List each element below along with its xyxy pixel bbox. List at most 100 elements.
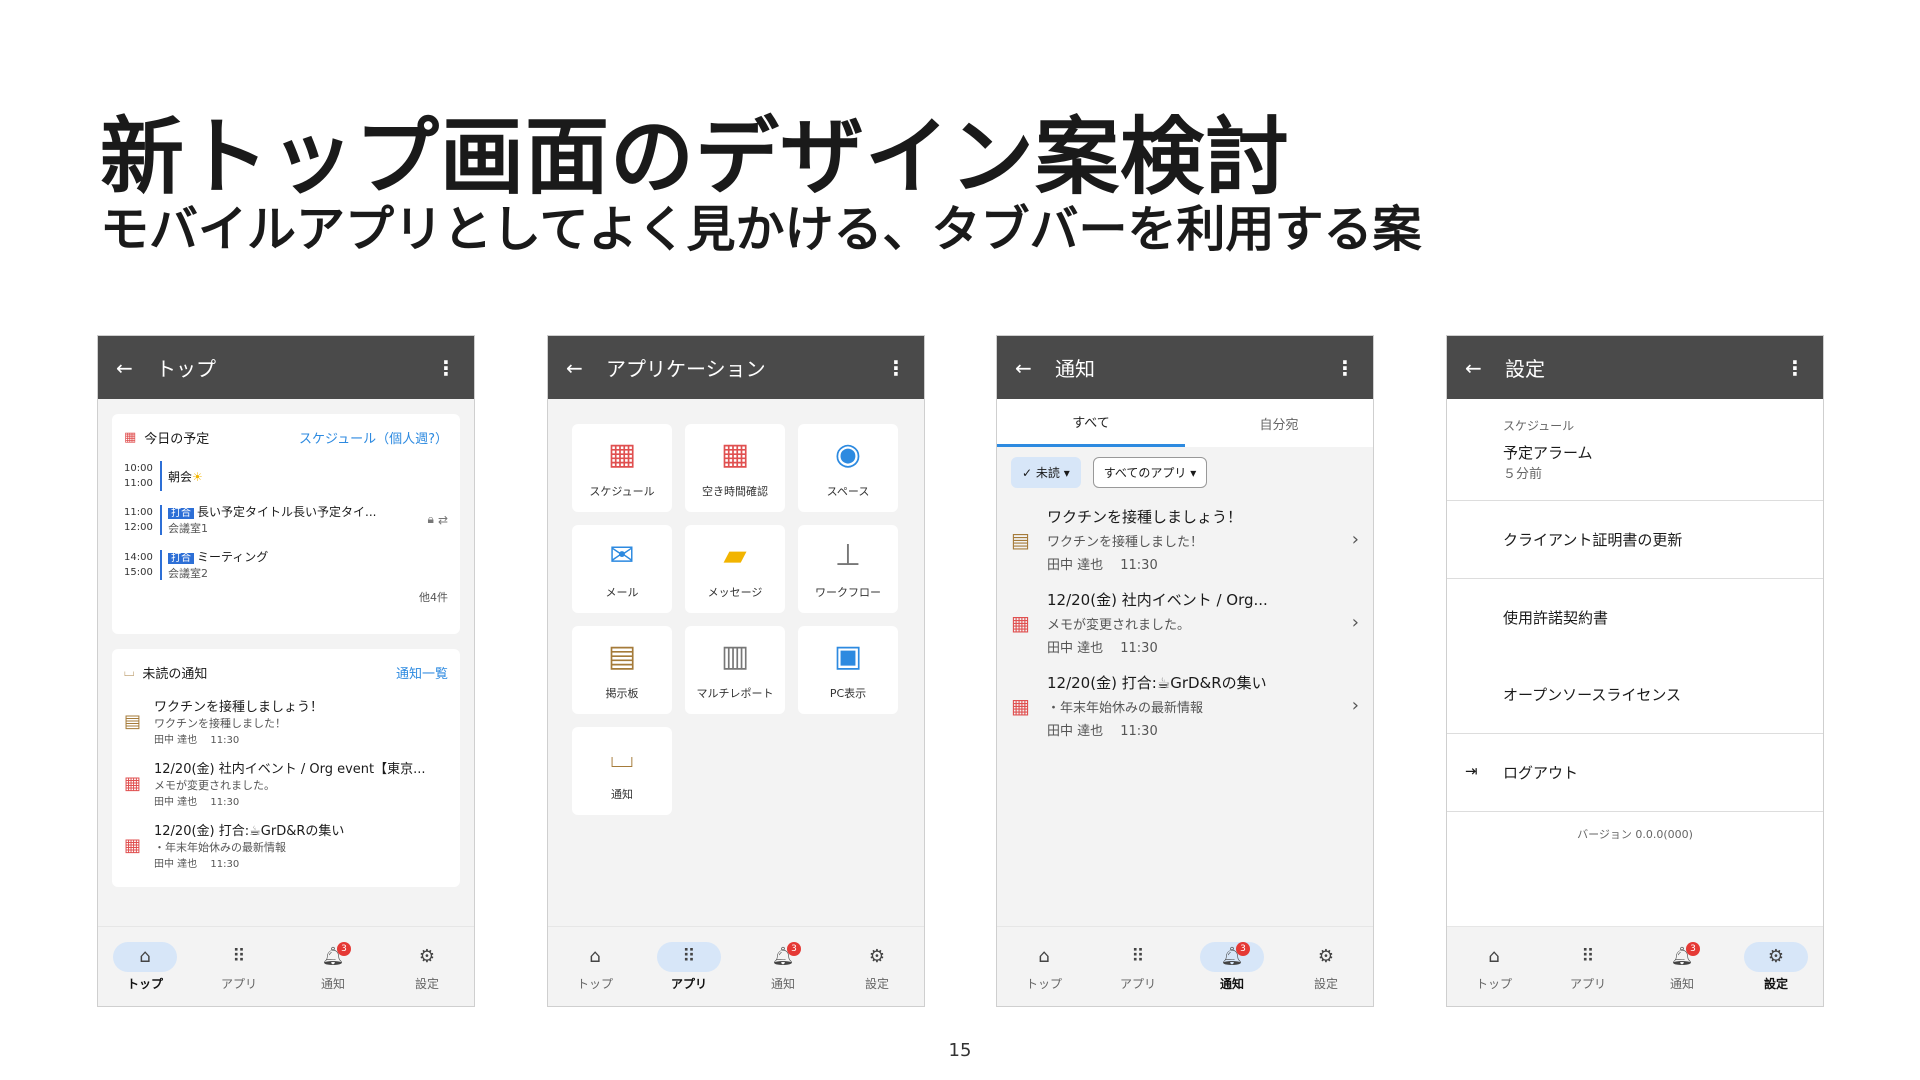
app-tile[interactable]: ▦ スケジュール bbox=[572, 424, 672, 512]
app-tile[interactable]: ✉ メール bbox=[572, 525, 672, 613]
app-label: スペース bbox=[826, 485, 870, 498]
event-title: ミーティング bbox=[197, 550, 269, 564]
more-vert-icon[interactable]: ⋮ bbox=[1785, 356, 1805, 380]
more-count[interactable]: 他4件 bbox=[112, 587, 460, 615]
notif-badge: 3 bbox=[1236, 941, 1250, 956]
notif-item[interactable]: ▦ 12/20(金) 打合:☕GrD&Rの集い ・年末年始休みの最新情報 田中 達也… bbox=[112, 814, 460, 876]
unread-filter-chip[interactable]: ✓ 未読 ▾ bbox=[1011, 457, 1081, 488]
back-arrow-icon[interactable]: ← bbox=[566, 356, 606, 380]
tab-label: トップ bbox=[576, 976, 613, 991]
license-setting[interactable]: 使用許諾契約書 bbox=[1447, 579, 1823, 656]
notif-item[interactable]: ▦ 12/20(金) 社内イベント / Org... メモが変更されました。 田中 … bbox=[997, 581, 1373, 664]
tab-top[interactable]: ⌂ トップ bbox=[548, 927, 642, 1006]
board-icon: ▤ bbox=[607, 639, 637, 674]
notif-item[interactable]: ▦ 12/20(金) 打合:☕GrD&Rの集い ・年末年始休みの最新情報 田中 達也… bbox=[997, 664, 1373, 747]
more-vert-icon[interactable]: ⋮ bbox=[886, 356, 906, 380]
schedule-card: ▦ 今日の予定 スケジュール（個人週?） 10:00 11:00 朝会☀ 11:0… bbox=[112, 414, 460, 634]
notif-item[interactable]: ▤ ワクチンを接種しましょう！ ワクチンを接種しました！ 田中 達也 11:30 › bbox=[997, 498, 1373, 581]
app-tile[interactable]: ⌴ 通知 bbox=[572, 727, 672, 815]
tab-label: 設定 bbox=[1313, 976, 1338, 991]
chevron-right-icon: › bbox=[1351, 612, 1359, 633]
event-item[interactable]: 14:00 15:00 打合 ミーティング 会議室2 bbox=[112, 542, 460, 587]
tab-mine[interactable]: 自分宛 bbox=[1185, 399, 1373, 447]
tab-top[interactable]: ⌂ トップ bbox=[997, 927, 1091, 1006]
calendar-icon: ▦ bbox=[720, 437, 750, 472]
calendar-icon: ▦ bbox=[124, 772, 142, 794]
bell-icon: 🔔︎ 3 bbox=[301, 941, 365, 972]
alarm-setting[interactable]: スケジュール 予定アラーム ５分前 bbox=[1447, 399, 1823, 501]
logout-setting[interactable]: ⇥ ログアウト bbox=[1447, 734, 1823, 812]
app-tile[interactable]: ▥ マルチレポート bbox=[685, 626, 785, 714]
cert-setting[interactable]: クライアント証明書の更新 bbox=[1447, 501, 1823, 579]
back-arrow-icon[interactable]: ← bbox=[1015, 356, 1055, 380]
notif-title: 12/20(金) 社内イベント / Org... bbox=[1047, 591, 1268, 609]
phone-top-screen: ← トップ ⋮ ▦ 今日の予定 スケジュール（個人週?） 10:00 11:00 … bbox=[97, 335, 475, 1007]
phone-notif-screen: ← 通知 ⋮ すべて 自分宛 ✓ 未読 ▾ すべてのアプリ ▾ ▤ ワクチンを接… bbox=[996, 335, 1374, 1007]
app-filter-chip[interactable]: すべてのアプリ ▾ bbox=[1092, 457, 1208, 488]
tab-label: 通知 bbox=[320, 976, 345, 991]
app-tile[interactable]: ▦ 空き時間確認 bbox=[685, 424, 785, 512]
more-vert-icon[interactable]: ⋮ bbox=[436, 356, 456, 380]
gear-icon: ⚙ bbox=[1744, 941, 1808, 972]
notif-label: 未読の通知 bbox=[142, 667, 208, 682]
tab-notif[interactable]: 🔔︎ 3 通知 bbox=[1185, 927, 1279, 1006]
notif-meta: 田中 達也 11:30 bbox=[1047, 724, 1158, 739]
tab-app[interactable]: ⠿ アプリ bbox=[1541, 927, 1635, 1006]
tab-notif[interactable]: 🔔︎ 3 通知 bbox=[736, 927, 830, 1006]
app-tile[interactable]: ▣ PC表示 bbox=[798, 626, 898, 714]
tab-notif[interactable]: 🔔︎ 3 通知 bbox=[286, 927, 380, 1006]
slide: 新トップ画面のデザイン案検討 モバイルアプリとしてよく見かける、タブバーを利用す… bbox=[0, 0, 1920, 1080]
apps-icon: ⠿ bbox=[657, 941, 721, 972]
notif-meta: 田中 達也 11:30 bbox=[154, 859, 240, 870]
tab-bar: ⌂ トップ ⠿ アプリ 🔔︎ 3 通知 ⚙ 設定 bbox=[997, 926, 1373, 1006]
tab-bar: ⌂ トップ ⠿ アプリ 🔔︎ 3 通知 ⚙ 設定 bbox=[98, 926, 474, 1006]
tab-label: 設定 bbox=[864, 976, 889, 991]
chip-label: 未読 bbox=[1035, 466, 1060, 480]
back-arrow-icon[interactable]: ← bbox=[116, 356, 156, 380]
tab-app[interactable]: ⠿ アプリ bbox=[192, 927, 286, 1006]
tab-label: トップ bbox=[1025, 976, 1062, 991]
tab-bar: ⌂ トップ ⠿ アプリ 🔔︎ 3 通知 ⚙ 設定 bbox=[548, 926, 924, 1006]
notif-card: ⌴ 未読の通知 通知一覧 ▤ ワクチンを接種しましょう！ ワクチンを接種しました！… bbox=[112, 649, 460, 887]
event-item[interactable]: 10:00 11:00 朝会☀ bbox=[112, 455, 460, 497]
app-label: PC表示 bbox=[829, 687, 867, 700]
app-tile[interactable]: ▤ 掲示板 bbox=[572, 626, 672, 714]
tab-settings[interactable]: ⚙ 設定 bbox=[1729, 927, 1823, 1006]
tab-label: アプリ bbox=[670, 976, 707, 991]
more-vert-icon[interactable]: ⋮ bbox=[1335, 356, 1355, 380]
oss-setting[interactable]: オープンソースライセンス bbox=[1447, 656, 1823, 734]
tab-settings[interactable]: ⚙ 設定 bbox=[830, 927, 924, 1006]
tab-top[interactable]: ⌂ トップ bbox=[98, 927, 192, 1006]
app-tile[interactable]: ▰ メッセージ bbox=[685, 525, 785, 613]
tab-all[interactable]: すべて bbox=[997, 399, 1185, 447]
notif-sub: ・年末年始休みの最新情報 bbox=[1047, 701, 1204, 716]
tab-top[interactable]: ⌂ トップ bbox=[1447, 927, 1541, 1006]
app-tile[interactable]: ◉ スペース bbox=[798, 424, 898, 512]
tab-settings[interactable]: ⚙ 設定 bbox=[380, 927, 474, 1006]
inbox-icon: ⌴ bbox=[610, 740, 634, 775]
tab-app[interactable]: ⠿ アプリ bbox=[642, 927, 736, 1006]
tab-label: 設定 bbox=[1763, 976, 1788, 991]
tab-settings[interactable]: ⚙ 設定 bbox=[1279, 927, 1373, 1006]
schedule-link[interactable]: スケジュール（個人週?） bbox=[299, 428, 448, 447]
logout-icon: ⇥ bbox=[1465, 762, 1478, 780]
notif-list-link[interactable]: 通知一覧 bbox=[396, 663, 448, 682]
notif-item[interactable]: ▦ 12/20(金) 社内イベント / Org event【東京... メモが変更… bbox=[112, 752, 460, 814]
board-icon: ▤ bbox=[124, 710, 142, 732]
notif-item[interactable]: ▤ ワクチンを接種しましょう！ ワクチンを接種しました！ 田中 達也 11:30 bbox=[112, 690, 460, 752]
bell-icon: 🔔︎ 3 bbox=[751, 941, 815, 972]
chevron-right-icon: › bbox=[1351, 529, 1359, 550]
app-label: 掲示板 bbox=[605, 687, 639, 700]
section-caption: スケジュール bbox=[1503, 419, 1575, 433]
tab-app[interactable]: ⠿ アプリ bbox=[1091, 927, 1185, 1006]
notif-meta: 田中 達也 11:30 bbox=[154, 735, 240, 746]
message-icon: ▰ bbox=[723, 538, 747, 573]
tab-label: トップ bbox=[126, 976, 163, 991]
app-label: 空き時間確認 bbox=[702, 485, 768, 498]
event-item[interactable]: 11:00 12:00 打合 長い予定タイトル長い予定タイ... 会議室1 🔒︎ ⇄ bbox=[112, 497, 460, 542]
back-arrow-icon[interactable]: ← bbox=[1465, 356, 1505, 380]
app-tile[interactable]: ⊥ ワークフロー bbox=[798, 525, 898, 613]
report-icon: ▥ bbox=[720, 639, 750, 674]
app-label: メッセージ bbox=[707, 586, 763, 599]
tab-notif[interactable]: 🔔︎ 3 通知 bbox=[1635, 927, 1729, 1006]
